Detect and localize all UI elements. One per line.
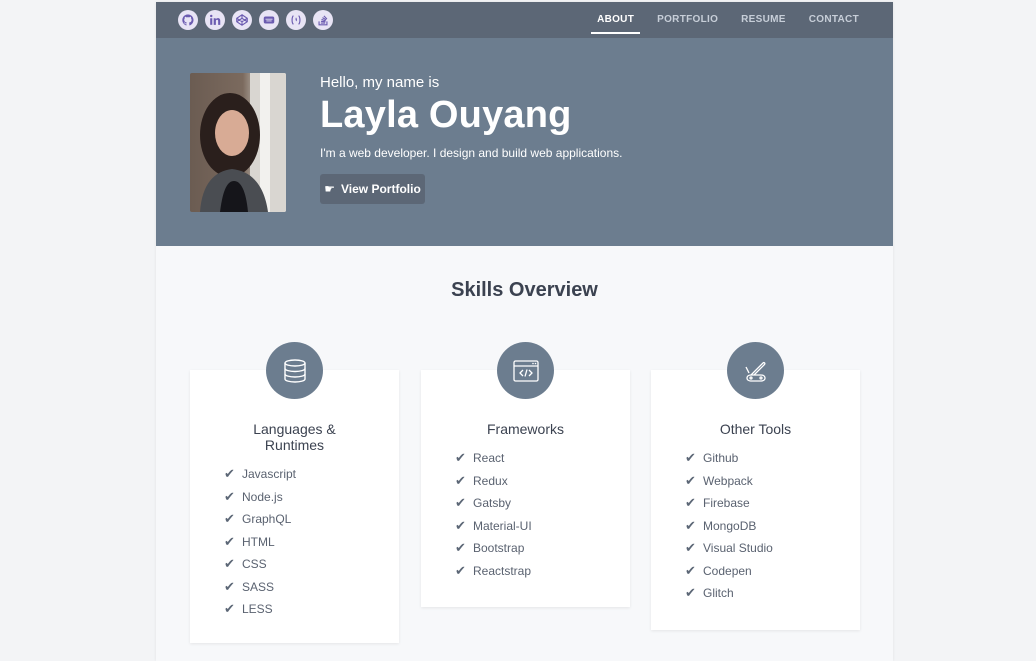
hero-tagline: I'm a web developer. I design and build …: [320, 146, 623, 160]
skill-label: CSS: [242, 557, 267, 571]
skill-label: Webpack: [703, 473, 753, 488]
codepen-icon[interactable]: [232, 10, 252, 30]
list-item: ✔ React: [455, 447, 630, 470]
check-icon: ✔: [455, 517, 466, 533]
skill-label: Gatsby: [473, 496, 512, 510]
list-item: ✔ Webpack: [685, 470, 860, 493]
check-icon: ✔: [685, 585, 696, 600]
list-item: ✔ GraphQL: [224, 508, 399, 531]
swiss-knife-icon: [727, 342, 784, 399]
check-icon: ✔: [455, 450, 466, 465]
list-item: ✔ HTML: [224, 531, 399, 554]
list-item: ✔ LESS: [224, 598, 399, 621]
skill-label: Reactstrap: [473, 563, 532, 578]
top-navbar: ABOUT PORTFOLIO RESUME CONTACT: [156, 2, 893, 38]
list-item: ✔ Reactstrap: [455, 560, 630, 583]
linkedin-icon[interactable]: [205, 10, 225, 30]
check-icon: ✔: [455, 495, 466, 510]
skill-card-title: Frameworks: [486, 421, 564, 437]
skill-list: ✔ Github ✔ Webpack ✔ Firebase ✔ MongoDB ✔ Vis…: [651, 447, 860, 630]
list-item: ✔ Javascript: [224, 463, 399, 486]
check-icon: ✔: [685, 517, 696, 533]
skill-label: Codepen: [703, 563, 752, 578]
nav-resume[interactable]: RESUME: [741, 2, 786, 38]
list-item: ✔ MongoDB: [685, 515, 860, 538]
freecodecamp-icon[interactable]: [286, 10, 306, 30]
hero-section: Hello, my name is Layla Ouyang I'm a web…: [156, 38, 893, 246]
skill-label: MongoDB: [703, 518, 757, 533]
skill-card-languages: Languages & Runtimes ✔ Javascript ✔ Node.j…: [190, 342, 399, 643]
browser-code-icon: [497, 342, 554, 399]
hero-name: Layla Ouyang: [320, 94, 572, 136]
list-item: ✔ Glitch: [685, 582, 860, 605]
skill-label: Github: [703, 451, 739, 465]
check-icon: ✔: [685, 472, 696, 488]
view-portfolio-label: View Portfolio: [340, 182, 421, 196]
check-icon: ✔: [685, 495, 696, 510]
skill-label: HTML: [242, 534, 275, 549]
skill-label: Javascript: [242, 467, 297, 481]
skill-card-title: Languages & Runtimes: [253, 421, 336, 453]
nav-contact[interactable]: CONTACT: [809, 2, 859, 38]
list-item: ✔ Visual Studio: [685, 537, 860, 560]
skill-label: Bootstrap: [473, 541, 525, 555]
check-icon: ✔: [224, 601, 235, 616]
skill-card-title: Other Tools: [719, 421, 792, 437]
page: ABOUT PORTFOLIO RESUME CONTACT Hello, my…: [156, 2, 893, 661]
skill-label: LESS: [242, 602, 273, 616]
list-item: ✔ Material-UI: [455, 515, 630, 538]
main-menu: ABOUT PORTFOLIO RESUME CONTACT: [574, 2, 859, 38]
check-icon: ✔: [455, 562, 466, 578]
check-icon: ✔: [224, 578, 235, 594]
skill-list: ✔ Javascript ✔ Node.js ✔ GraphQL ✔ HTML ✔ CSS…: [190, 463, 399, 643]
nav-about[interactable]: ABOUT: [591, 2, 641, 38]
check-icon: ✔: [224, 533, 235, 549]
check-icon: ✔: [685, 540, 696, 555]
skill-label: Redux: [473, 473, 508, 488]
view-portfolio-button[interactable]: ☛ View Portfolio: [320, 174, 425, 204]
list-item: ✔ Node.js: [224, 486, 399, 509]
skill-label: Visual Studio: [703, 541, 773, 555]
list-item: ✔ CSS: [224, 553, 399, 576]
list-item: ✔ Redux: [455, 470, 630, 493]
check-icon: ✔: [685, 562, 696, 578]
skill-label: GraphQL: [242, 512, 292, 526]
codewars-icon[interactable]: [259, 10, 279, 30]
list-item: ✔ Bootstrap: [455, 537, 630, 560]
stackoverflow-icon[interactable]: [313, 10, 333, 30]
skill-label: Glitch: [703, 586, 734, 600]
github-icon[interactable]: [178, 10, 198, 30]
skill-label: Firebase: [703, 496, 750, 510]
skill-label: React: [473, 451, 505, 465]
social-links: [178, 10, 333, 30]
profile-photo: [190, 73, 286, 212]
nav-portfolio[interactable]: PORTFOLIO: [657, 2, 718, 38]
list-item: ✔ Firebase: [685, 492, 860, 515]
database-icon: [266, 342, 323, 399]
list-item: ✔ SASS: [224, 576, 399, 599]
list-item: ✔ Github: [685, 447, 860, 470]
hero-greeting: Hello, my name is: [320, 74, 440, 91]
check-icon: ✔: [224, 466, 235, 481]
skills-title: Skills Overview: [451, 279, 598, 301]
skill-label: Material-UI: [473, 518, 532, 533]
check-icon: ✔: [224, 511, 235, 526]
skill-label: SASS: [242, 579, 275, 594]
check-icon: ✔: [455, 540, 466, 555]
skill-card-tools: Other Tools ✔ Github ✔ Webpack ✔ Firebase ✔…: [651, 342, 860, 630]
list-item: ✔ Gatsby: [455, 492, 630, 515]
skill-label: Node.js: [242, 489, 283, 504]
hand-pointing-right-icon: ☛: [324, 182, 335, 196]
list-item: ✔ Codepen: [685, 560, 860, 583]
skill-card-frameworks: Frameworks ✔ React ✔ Redux ✔ Gatsby ✔ Materi…: [421, 342, 630, 607]
check-icon: ✔: [224, 488, 235, 504]
check-icon: ✔: [455, 472, 466, 488]
skill-list: ✔ React ✔ Redux ✔ Gatsby ✔ Material-UI ✔ Boot…: [421, 447, 630, 607]
check-icon: ✔: [685, 450, 696, 465]
check-icon: ✔: [224, 556, 235, 571]
